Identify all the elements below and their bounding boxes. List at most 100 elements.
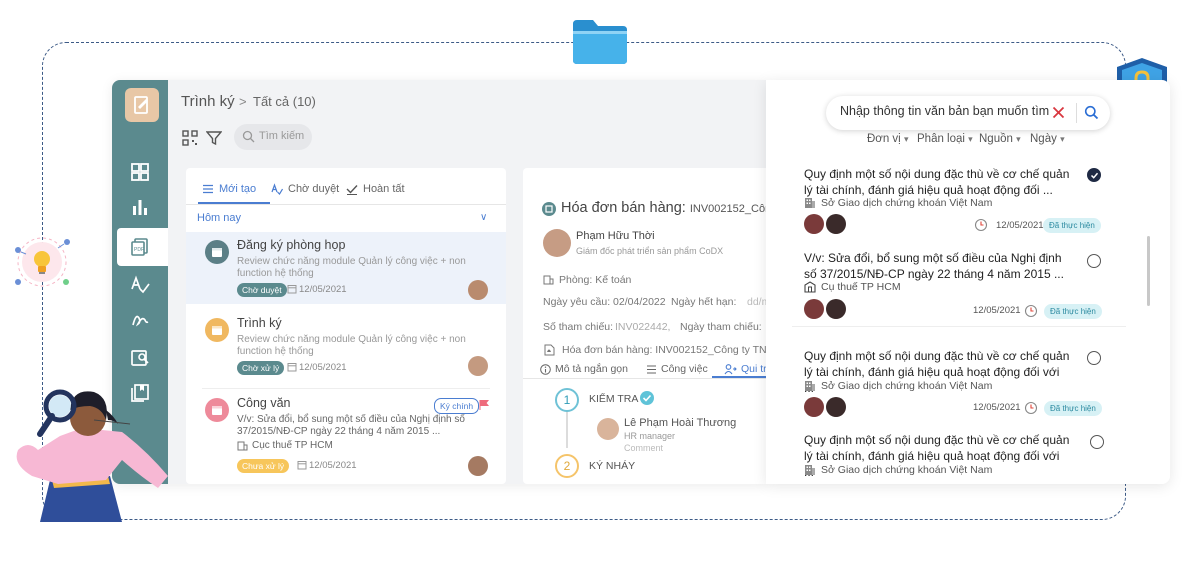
image-search-icon[interactable]: [128, 346, 152, 370]
result-card[interactable]: Quy định một số nội dung đặc thù về cơ c…: [792, 422, 1126, 484]
status-badge: Chưa xử lý: [237, 459, 290, 473]
search-input[interactable]: [840, 104, 1054, 118]
results-list: Quy định một số nội dung đặc thù về cơ c…: [792, 152, 1150, 484]
list-item[interactable]: Công văn V/v: Sửa đổi, bổ sung một số đi…: [186, 390, 506, 484]
search-input[interactable]: Tìm kiếm: [234, 124, 312, 150]
signature-icon[interactable]: [128, 308, 152, 332]
filter-category-label: Phân loại: [917, 133, 965, 145]
avatar-group: [804, 299, 848, 319]
app-window: PDF Trình ký > Tất cả (10) Tìm kiếm Mới …: [112, 80, 766, 484]
tab-done[interactable]: Hoàn tất: [346, 183, 405, 195]
breadcrumb-current[interactable]: Tất cả (10): [253, 94, 316, 109]
result-org: Sở Giao dịch chứng khoán Việt Nam: [804, 197, 992, 209]
tab-tasks[interactable]: Công việc: [646, 363, 708, 375]
result-date: 12/05/2021: [973, 305, 1021, 316]
dashboard-icon[interactable]: [128, 160, 152, 184]
qr-code-icon[interactable]: [182, 130, 198, 146]
tab-new[interactable]: Mới tạo: [202, 183, 256, 195]
scrollbar[interactable]: [1147, 236, 1150, 306]
request-date: Ngày yêu cầu: 02/04/2022: [543, 296, 666, 308]
step-number: 2: [555, 454, 579, 478]
result-card[interactable]: V/v: Sửa đổi, bổ sung một số điều của Ng…: [792, 236, 1126, 326]
filter-date-label: Ngày: [1030, 133, 1057, 145]
assignee-role: HR manager: [624, 431, 676, 441]
search-results-panel: Đơn vị ▾ Phân loại ▾ Nguồn ▾ Ngày ▾ Quy …: [766, 80, 1170, 484]
topbar: Trình ký > Tất cả (10) Tìm kiếm: [168, 80, 766, 152]
assignee-name: Lê Phạm Hoài Thương: [624, 417, 737, 429]
filter-unit[interactable]: Đơn vị ▾: [867, 133, 908, 145]
calendar-small-icon: [287, 285, 297, 294]
chevron-down-icon[interactable]: ∨: [480, 212, 487, 223]
item-title: Công văn: [237, 396, 291, 410]
calendar-icon: [205, 318, 229, 342]
avatar: [826, 397, 846, 417]
breadcrumb-title[interactable]: Trình ký: [181, 93, 235, 110]
illustration-stage: PDF Trình ký > Tất cả (10) Tìm kiếm Mới …: [0, 0, 1200, 564]
avatar-group: [804, 214, 848, 234]
result-card[interactable]: Quy định một số nội dung đặc thù về cơ c…: [792, 152, 1126, 236]
avatar: [543, 229, 571, 257]
step-number: 1: [555, 388, 579, 412]
item-date: 12/05/2021: [309, 460, 357, 471]
reference-label: Số tham chiếu:: [543, 321, 614, 333]
reference-value: INV022442,: [615, 321, 671, 333]
result-checkbox[interactable]: [1090, 435, 1104, 449]
result-card[interactable]: Quy định một số nội dung đặc thù về cơ c…: [792, 338, 1126, 422]
building-icon: [805, 198, 815, 208]
folder-icon: [573, 20, 627, 64]
result-org: Sở Giao dịch chứng khoán Việt Nam: [804, 380, 992, 392]
tab-workflow[interactable]: Qui trì: [724, 363, 766, 375]
tab-new-label: Mới tạo: [219, 183, 257, 195]
detail-title: Hóa đơn bán hàng: INV002152_Công: [561, 200, 766, 216]
step-connector: [566, 406, 568, 448]
signer-tag: Ký chính: [434, 398, 480, 414]
building-icon: [805, 465, 815, 475]
info-icon: [540, 363, 551, 375]
filter-icon[interactable]: [206, 130, 222, 146]
result-org: Sở Giao dịch chứng khoán Việt Nam: [804, 464, 992, 476]
filter-category[interactable]: Phân loại ▾: [917, 133, 973, 145]
spell-check-icon[interactable]: [128, 273, 152, 297]
result-checkbox[interactable]: [1087, 254, 1101, 268]
group-label[interactable]: Hôm nay: [197, 212, 241, 224]
status-badge: Chờ xử lý: [237, 361, 285, 375]
search-box[interactable]: [826, 96, 1110, 130]
tab-pending[interactable]: Chờ duyệt: [271, 183, 339, 195]
item-description: Review chức năng module Quản lý công việ…: [237, 334, 466, 357]
reference-date-label: Ngày tham chiếu:: [680, 321, 762, 333]
bar-chart-icon[interactable]: [128, 195, 152, 219]
status-badge: Đã thực hiện: [1044, 401, 1102, 416]
avatar: [468, 456, 488, 476]
list-tabs: Mới tạo Chờ duyệt Hoàn tất: [186, 168, 506, 204]
person-name: Phạm Hữu Thời: [576, 230, 655, 242]
avatar: [826, 299, 846, 319]
list-item[interactable]: Đăng ký phòng họp Review chức năng modul…: [186, 232, 506, 304]
due-date-input[interactable]: dd/mm: [747, 296, 766, 308]
result-date: 12/05/2021: [973, 402, 1021, 413]
calendar-icon: [205, 398, 229, 422]
clear-icon[interactable]: [1052, 106, 1065, 119]
result-date: 12/05/2021: [996, 220, 1044, 231]
tab-pending-label: Chờ duyệt: [288, 183, 340, 195]
person-role: Giám đốc phát triển sản phẩm CoDX: [576, 246, 724, 256]
result-title: Quy định một số nội dung đặc thù về cơ c…: [804, 167, 1070, 197]
pdf-icon[interactable]: PDF: [128, 235, 152, 259]
calendar-icon: [205, 240, 229, 264]
sign-document-icon: [134, 96, 148, 114]
list-item[interactable]: Trình ký Review chức năng module Quản lý…: [186, 310, 506, 382]
search-icon[interactable]: [1084, 105, 1099, 120]
calendar-small-icon: [297, 461, 307, 470]
avatar: [468, 280, 488, 300]
flag-icon[interactable]: [478, 399, 490, 411]
pdf-file-icon: [544, 344, 555, 356]
building-icon: [237, 441, 248, 451]
filter-date[interactable]: Ngày ▾: [1030, 133, 1065, 145]
result-checkbox[interactable]: [1087, 351, 1101, 365]
attached-file[interactable]: Hóa đơn bán hàng: INV002152_Công ty TNH: [562, 344, 766, 356]
filter-source[interactable]: Nguồn ▾: [979, 133, 1021, 145]
check-circle-icon: [640, 391, 654, 405]
result-checkbox[interactable]: [1087, 168, 1101, 182]
svg-text:PDF: PDF: [134, 247, 144, 253]
tab-summary[interactable]: Mô tả ngắn gọn: [540, 363, 628, 375]
app-logo[interactable]: [125, 88, 159, 122]
